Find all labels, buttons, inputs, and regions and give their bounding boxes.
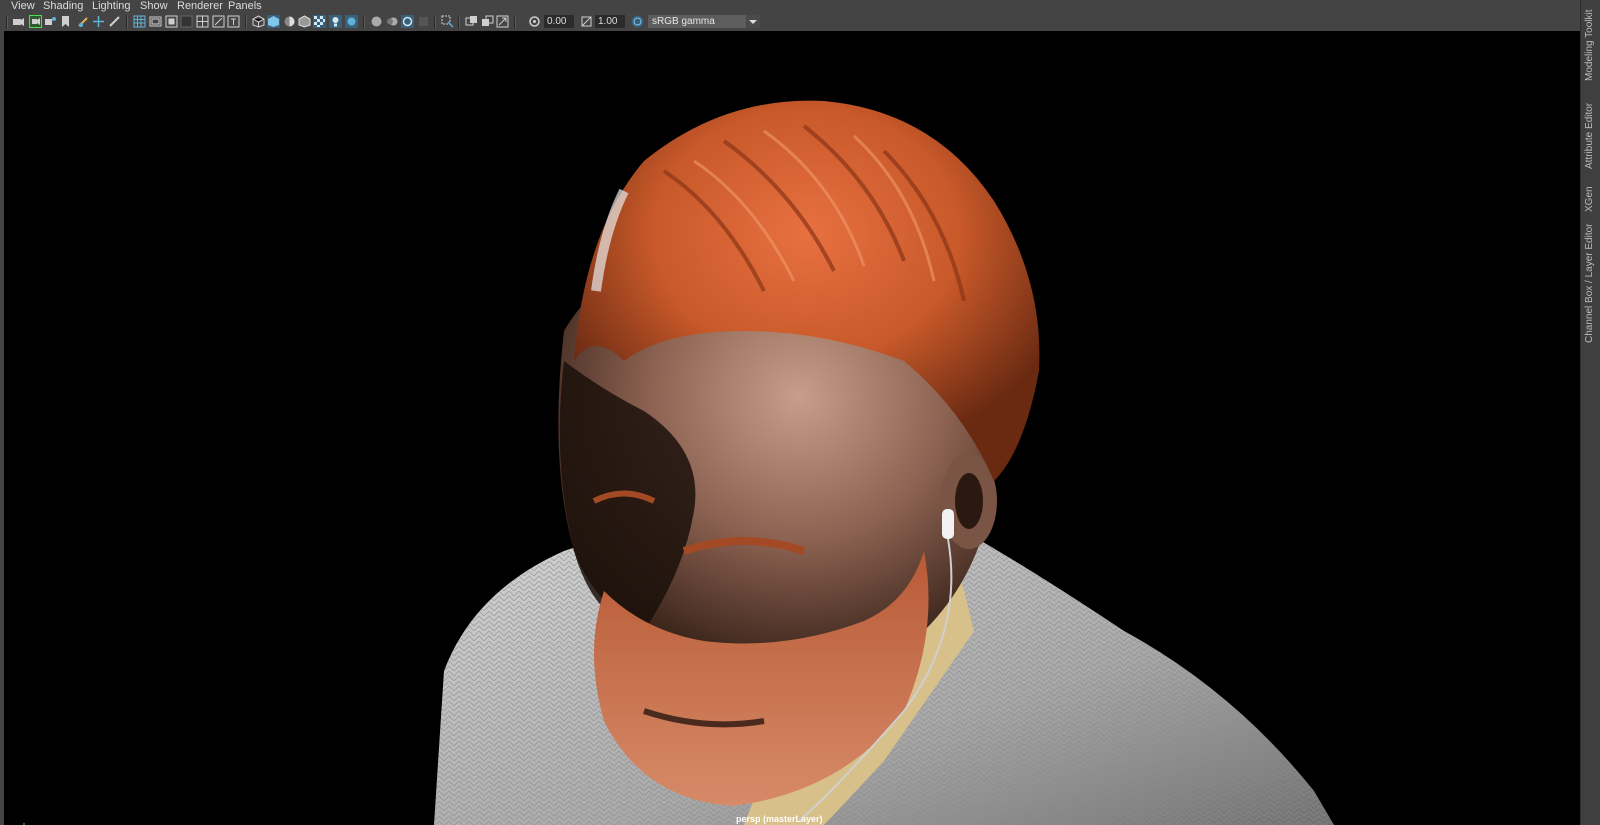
panel-menu-bar: View Shading Lighting Show Renderer Pane… (0, 0, 1580, 13)
depth-of-field-icon[interactable] (417, 15, 430, 28)
menu-panels[interactable]: Panels (228, 0, 262, 13)
3d-viewport[interactable] (4, 31, 1580, 825)
camera-name-label: persp (masterLayer) (736, 814, 823, 824)
color-space-dropdown[interactable]: sRGB gamma (648, 15, 760, 28)
menu-lighting[interactable]: Lighting (92, 0, 131, 13)
toolbar-divider (514, 15, 516, 29)
textured-icon[interactable] (313, 15, 326, 28)
ambient-occlusion-icon[interactable] (370, 15, 383, 28)
gamma-icon[interactable] (580, 15, 593, 28)
toolbar-divider (126, 15, 128, 29)
grid-icon[interactable] (133, 15, 146, 28)
right-side-tab-bar: Modeling Toolkit Attribute Editor XGen C… (1580, 0, 1600, 825)
gate-mask-icon[interactable] (180, 15, 193, 28)
film-gate-icon[interactable] (149, 15, 162, 28)
bookmarks-icon[interactable] (44, 15, 57, 28)
safe-action-icon[interactable] (212, 15, 225, 28)
smooth-shade-icon[interactable] (267, 15, 280, 28)
xray-icon[interactable] (465, 15, 478, 28)
panel-toolbar: 0.00 1.00 sRGB gamma (0, 13, 1580, 31)
pencil-icon[interactable] (108, 15, 121, 28)
field-chart-icon[interactable] (196, 15, 209, 28)
select-camera-icon[interactable] (12, 15, 25, 28)
tab-attribute-editor[interactable]: Attribute Editor (1583, 97, 1597, 169)
ear-inner (955, 473, 983, 529)
default-material-icon[interactable] (283, 15, 296, 28)
xray-joints-icon[interactable] (481, 15, 494, 28)
motion-blur-icon[interactable] (386, 15, 399, 28)
menu-renderer[interactable]: Renderer (177, 0, 223, 13)
move-tool-icon[interactable] (92, 15, 105, 28)
tab-channel-box-layer-editor[interactable]: Channel Box / Layer Editor (1583, 223, 1597, 343)
menu-shading[interactable]: Shading (43, 0, 83, 13)
shadows-icon[interactable] (345, 15, 358, 28)
color-management-icon[interactable] (631, 15, 644, 28)
image-plane-icon[interactable] (59, 15, 72, 28)
view-axis-gizmo (23, 823, 25, 825)
tab-xgen[interactable]: XGen (1583, 186, 1597, 212)
exposure-field[interactable]: 0.00 (544, 15, 574, 28)
grease-pencil-icon[interactable] (77, 15, 90, 28)
chevron-down-icon (746, 15, 760, 28)
camera-attributes-icon[interactable] (29, 15, 42, 28)
anti-aliasing-icon[interactable] (401, 15, 414, 28)
safe-title-icon[interactable] (227, 15, 240, 28)
isolate-select-icon[interactable] (441, 15, 454, 28)
xray-active-components-icon[interactable] (496, 15, 509, 28)
toolbar-divider (245, 15, 247, 29)
wireframe-icon[interactable] (252, 15, 265, 28)
toolbar-divider (434, 15, 436, 29)
wireframe-on-shaded-icon[interactable] (298, 15, 311, 28)
toolbar-divider (6, 15, 8, 29)
use-all-lights-icon[interactable] (329, 15, 342, 28)
menu-view[interactable]: View (11, 0, 35, 13)
resolution-gate-icon[interactable] (165, 15, 178, 28)
toolbar-divider (363, 15, 365, 29)
toolbar-divider (458, 15, 460, 29)
gamma-field[interactable]: 1.00 (595, 15, 625, 28)
earphone (942, 509, 954, 539)
exposure-icon[interactable] (528, 15, 541, 28)
color-space-value: sRGB gamma (652, 16, 715, 27)
menu-show[interactable]: Show (140, 0, 168, 13)
tab-modeling-toolkit[interactable]: Modeling Toolkit (1583, 3, 1597, 81)
render-scene (434, 100, 1334, 825)
